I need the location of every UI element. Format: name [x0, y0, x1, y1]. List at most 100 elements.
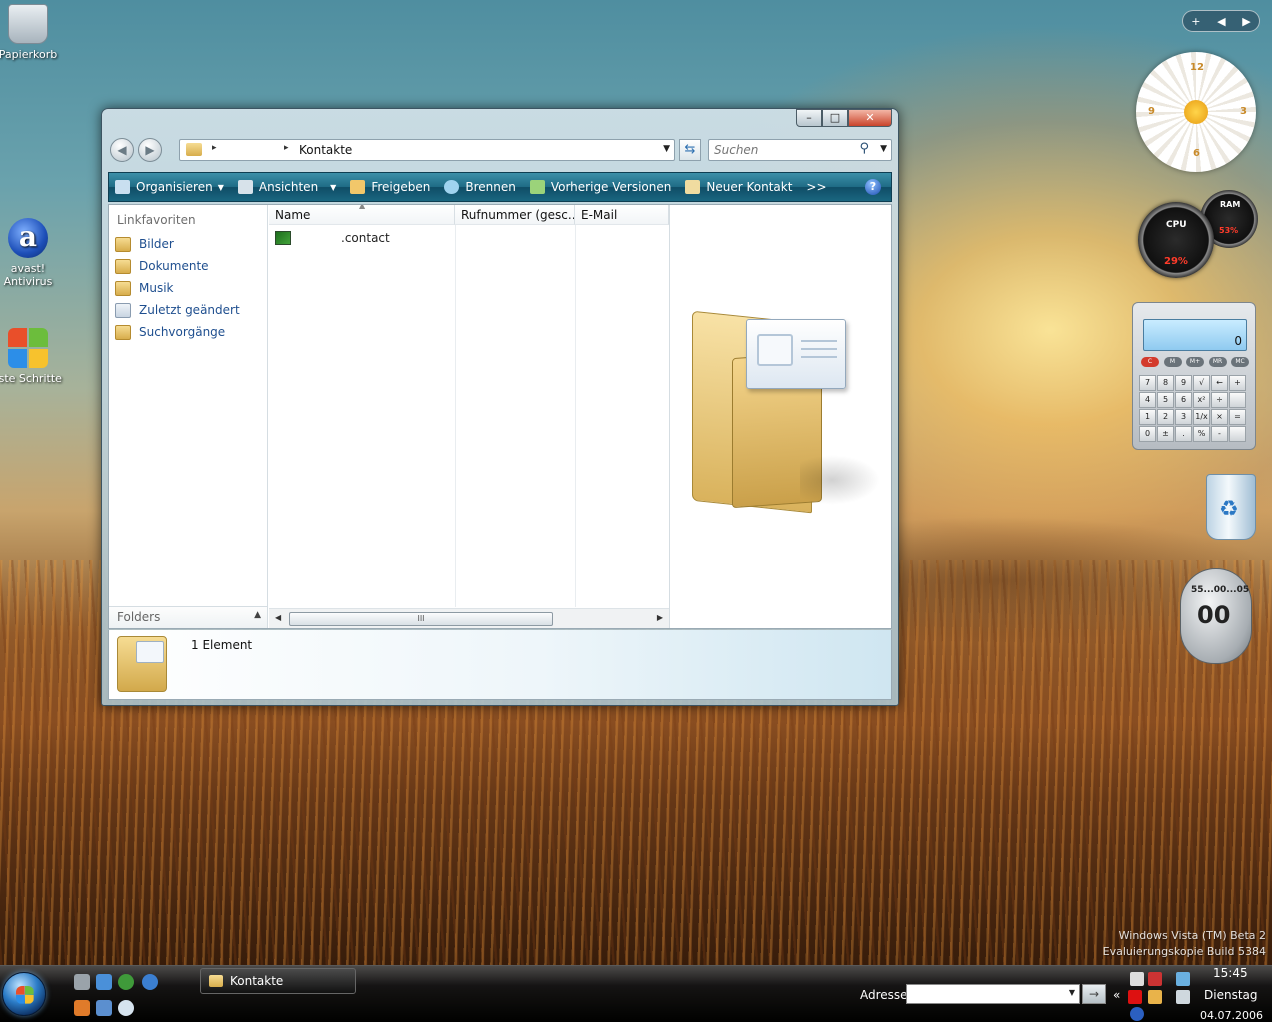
calc-key[interactable]: % — [1193, 426, 1210, 442]
chevron-down-icon[interactable]: ▼ — [880, 144, 887, 154]
recycle-bin-gadget[interactable]: ♻ — [1206, 474, 1256, 540]
calc-key[interactable]: √ — [1193, 375, 1210, 391]
calc-key-mc[interactable]: MC — [1231, 357, 1249, 367]
close-button[interactable]: ✕ — [848, 109, 892, 127]
nav-item-bilder[interactable]: Bilder — [115, 235, 174, 253]
breadcrumb-separator[interactable]: ▸ — [212, 143, 217, 153]
desktop-icon-getting-started[interactable]: rste Schritte — [0, 328, 64, 385]
calc-key[interactable]: - — [1211, 426, 1228, 442]
quicklaunch-tool-icon[interactable] — [74, 974, 90, 990]
calc-key[interactable]: 9 — [1175, 375, 1192, 391]
desktop-icon-recycle-bin[interactable]: Papierkorb — [0, 4, 64, 61]
breadcrumb-separator[interactable]: ▸ — [284, 143, 289, 153]
breadcrumb-kontakte[interactable]: Kontakte — [299, 143, 352, 157]
calc-key[interactable]: 4 — [1139, 392, 1156, 408]
more-commands-button[interactable]: >> — [806, 180, 826, 194]
next-gadget-button[interactable]: ▶ — [1242, 15, 1250, 28]
address-toolbar-field[interactable]: ▼ — [906, 984, 1080, 1004]
column-header-phone[interactable]: Rufnummer (gesc... — [455, 205, 575, 225]
taskbar-button-kontakte[interactable]: Kontakte — [200, 968, 356, 994]
forward-button[interactable]: ▶ — [138, 138, 162, 162]
views-button[interactable]: Ansichten ▼ — [237, 180, 336, 194]
clock-time[interactable]: 15:45 — [1213, 966, 1248, 980]
calc-key[interactable]: 7 — [1139, 375, 1156, 391]
address-toolbar-input[interactable] — [907, 985, 1057, 1003]
calc-key[interactable]: × — [1211, 409, 1228, 425]
address-go-button[interactable]: → — [1082, 984, 1106, 1004]
share-button[interactable]: Freigeben — [350, 180, 430, 194]
search-input[interactable] — [709, 140, 849, 160]
quicklaunch-network-icon[interactable] — [96, 1000, 112, 1016]
search-box[interactable]: ⚲ ▼ — [708, 139, 892, 161]
calc-key[interactable] — [1229, 426, 1246, 442]
calc-key[interactable]: 1/x — [1193, 409, 1210, 425]
column-header-email[interactable]: E-Mail — [575, 205, 669, 225]
desktop-icon-avast[interactable]: a avast! Antivirus — [0, 218, 64, 288]
horizontal-scrollbar[interactable]: ◀ III ▶ — [269, 608, 669, 628]
quicklaunch-media-icon[interactable] — [118, 1000, 134, 1016]
organize-button[interactable]: Organisieren ▼ — [115, 180, 224, 194]
tray-power-icon[interactable] — [1148, 990, 1162, 1004]
search-icon[interactable]: ⚲ — [859, 141, 869, 156]
refresh-button[interactable]: ⇆ — [679, 139, 701, 161]
calc-key-clear[interactable]: C — [1141, 357, 1159, 367]
chevron-down-icon[interactable]: ▼ — [1069, 988, 1075, 997]
quicklaunch-app-icon[interactable] — [74, 1000, 90, 1016]
calc-key-mr[interactable]: MR — [1208, 357, 1227, 367]
calculator-gadget[interactable]: 0 C M M+ MR MC 7 8 9 √ ← +4 5 6 x² ÷ 1 2 3 1/x × = 0 ±.% - — [1132, 302, 1256, 450]
tray-security-icon[interactable] — [1148, 972, 1162, 986]
chevron-down-icon[interactable]: ▼ — [663, 144, 670, 154]
calc-key[interactable]: ± — [1157, 426, 1174, 442]
previous-versions-button[interactable]: Vorherige Versionen — [529, 180, 671, 194]
calc-key[interactable]: 2 — [1157, 409, 1174, 425]
calc-key[interactable]: ÷ — [1211, 392, 1228, 408]
folders-toggle[interactable]: Folders ▲ — [109, 606, 267, 628]
address-bar[interactable]: ▸ ▸ Kontakte ▼ — [179, 139, 675, 161]
explorer-window[interactable]: – □ ✕ ◀ ▶ ▸ ▸ Kontakte ▼ ⇆ ⚲ ▼ Organisie… — [101, 108, 899, 706]
nav-item-dokumente[interactable]: Dokumente — [115, 257, 209, 275]
scroll-right-arrow-icon[interactable]: ▶ — [657, 613, 663, 622]
minimize-button[interactable]: – — [796, 109, 822, 127]
tray-network-icon[interactable] — [1176, 972, 1190, 986]
calc-key[interactable]: + — [1229, 375, 1246, 391]
help-icon[interactable]: ? — [865, 179, 881, 195]
scrollbar-thumb[interactable]: III — [289, 612, 553, 626]
clock-gadget[interactable]: 12 3 6 9 — [1136, 52, 1256, 172]
tray-avast-icon[interactable] — [1130, 1007, 1144, 1021]
list-item[interactable]: .contact — [275, 229, 390, 247]
tray-pointer-icon[interactable] — [1130, 972, 1144, 986]
tray-volume-icon[interactable] — [1176, 990, 1190, 1004]
new-contact-button[interactable]: Neuer Kontakt — [685, 180, 792, 194]
scroll-left-arrow-icon[interactable]: ◀ — [275, 613, 281, 622]
maximize-button[interactable]: □ — [822, 109, 848, 127]
calc-key[interactable]: ← — [1211, 375, 1228, 391]
nav-item-suchvorgaenge[interactable]: Suchvorgänge — [115, 323, 225, 341]
clock-date[interactable]: 04.07.2006 — [1200, 1009, 1263, 1022]
add-gadget-button[interactable]: + — [1191, 15, 1200, 28]
burn-button[interactable]: Brennen — [444, 180, 516, 194]
calc-key-m[interactable]: M — [1163, 357, 1182, 367]
back-button[interactable]: ◀ — [110, 138, 134, 162]
quicklaunch-internet-explorer-icon[interactable] — [142, 974, 158, 990]
calc-key-m-plus[interactable]: M+ — [1186, 357, 1204, 367]
calc-key[interactable]: . — [1175, 426, 1192, 442]
start-button[interactable] — [2, 972, 46, 1016]
nav-item-musik[interactable]: Musik — [115, 279, 174, 297]
tray-expand-button[interactable]: « — [1113, 988, 1120, 1002]
calc-key[interactable]: 6 — [1175, 392, 1192, 408]
calc-key[interactable]: x² — [1193, 392, 1210, 408]
nav-item-zuletzt-geaendert[interactable]: Zuletzt geändert — [115, 301, 240, 319]
quicklaunch-tree-icon[interactable] — [118, 974, 134, 990]
calc-key[interactable]: 0 — [1139, 426, 1156, 442]
calc-key[interactable]: 3 — [1175, 409, 1192, 425]
timer-gadget[interactable]: 55...00...05 00 — [1180, 568, 1252, 664]
clock-day[interactable]: Dienstag — [1204, 988, 1258, 1002]
quicklaunch-explorer-icon[interactable] — [96, 974, 112, 990]
calc-key[interactable]: 5 — [1157, 392, 1174, 408]
column-header-name[interactable]: ▲ Name — [269, 205, 455, 225]
tray-ati-icon[interactable] — [1128, 990, 1142, 1004]
previous-gadget-button[interactable]: ◀ — [1217, 15, 1225, 28]
calc-key[interactable]: 1 — [1139, 409, 1156, 425]
cpu-meter-gadget[interactable]: CPU 29% — [1138, 202, 1214, 278]
calc-key[interactable]: = — [1229, 409, 1246, 425]
